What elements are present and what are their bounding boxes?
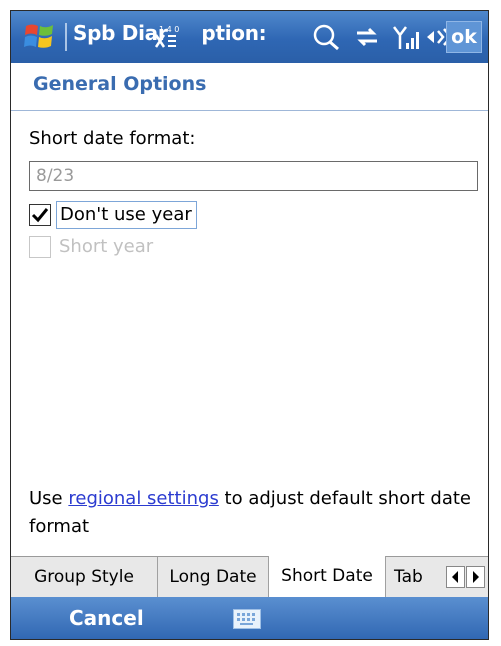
keyboard-keys [237,613,255,625]
tab-long-date[interactable]: Long Date [158,557,269,598]
short-date-format-label: Short date format: [29,128,196,149]
page-title: General Options [33,73,207,95]
windows-logo-icon[interactable] [23,20,55,52]
tab-short-date[interactable]: Short Date [268,556,386,598]
short-date-format-field[interactable]: 8/23 [29,161,478,191]
check-icon [31,208,49,223]
checkbox-box[interactable] [29,204,51,226]
tab-scroll-right-button[interactable] [466,566,485,588]
signal-icon[interactable] [391,23,421,51]
cancel-button[interactable]: Cancel [69,606,144,630]
tab-group-style[interactable]: Group Style [11,557,158,598]
tab-tab[interactable]: Tab [386,557,446,598]
svg-text:1 4 0: 1 4 0 [159,25,179,34]
tab-scroll-left-button[interactable] [446,566,465,588]
search-icon[interactable] [311,23,341,51]
title-bar: Spb Diar ption: 1 4 0 ok [11,11,488,63]
checkbox-label[interactable]: Don't use year [56,201,197,229]
input-method-icon[interactable]: 1 4 0 [153,23,179,51]
title-separator [65,23,67,51]
checkbox-box[interactable] [29,236,51,258]
sync-icon[interactable] [353,23,381,51]
right-arrow-icon [473,571,479,583]
softkey-bar: Cancel [11,597,488,639]
header-divider [11,110,488,111]
device-screen: Spb Diar ption: 1 4 0 ok General Options… [10,10,489,640]
left-arrow-icon [452,571,458,583]
regional-settings-link[interactable]: regional settings [68,488,218,509]
keyboard-icon[interactable] [233,609,261,629]
regional-settings-hint: Use regional settings to adjust default … [29,488,471,537]
tab-bar: Group Style Long Date Short Date Tab [11,556,488,598]
checkbox-label: Short year [59,236,154,257]
ok-button[interactable]: ok [446,21,482,53]
